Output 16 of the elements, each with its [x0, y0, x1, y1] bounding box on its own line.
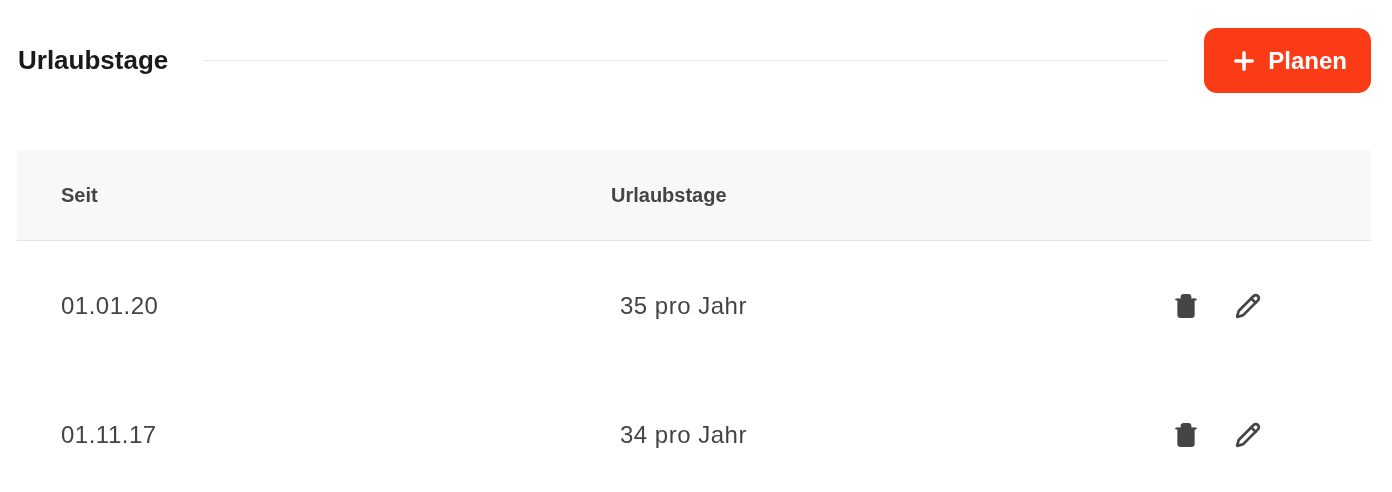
table-cell-text: 35 pro Jahr: [619, 291, 747, 320]
edit-button[interactable]: [1235, 421, 1261, 448]
pencil-icon: [1235, 292, 1261, 319]
trash-icon: [1173, 421, 1199, 448]
column-header: Urlaubstage: [610, 183, 727, 207]
section-title: Urlaubstage: [18, 45, 169, 76]
plan-button[interactable]: Planen: [1204, 28, 1371, 93]
delete-button[interactable]: [1173, 292, 1199, 319]
table-cell-text: 34 pro Jahr: [619, 420, 747, 449]
trash-icon: [1173, 292, 1199, 319]
delete-button[interactable]: [1173, 421, 1199, 448]
table-cell-text: 01.11.17: [60, 420, 157, 449]
pencil-icon: [1235, 421, 1261, 448]
column-header: Seit: [60, 183, 98, 207]
table-cell-text: 01.01.20: [60, 291, 159, 320]
edit-button[interactable]: [1235, 292, 1261, 319]
